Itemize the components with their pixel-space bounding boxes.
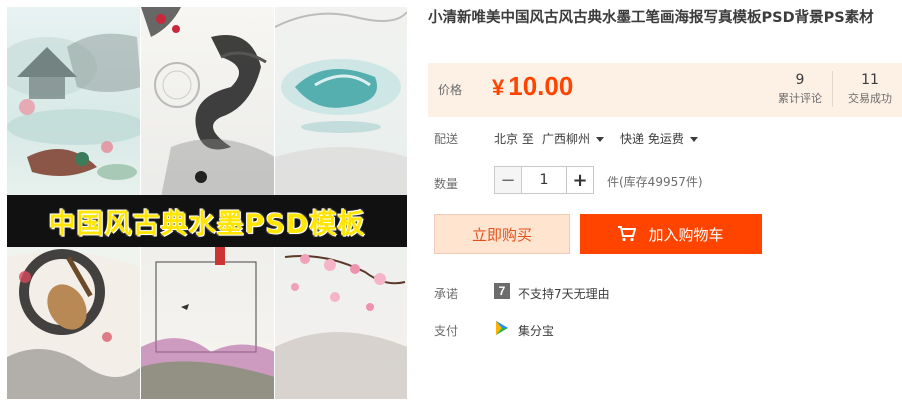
add-to-cart-button[interactable]: 加入购物车	[580, 214, 762, 254]
payment-text: 集分宝	[518, 324, 555, 338]
chevron-down-icon	[689, 137, 698, 142]
price-value: ¥10.00	[492, 71, 573, 102]
quantity-decrease-button[interactable]: −	[494, 166, 522, 194]
shipping-destination: 广西柳州	[542, 132, 591, 146]
image-banner: 中国风古典水墨PSD模板	[7, 195, 407, 247]
price-panel: 价格 ¥10.00 9 累计评论 11 交易成功	[428, 63, 902, 117]
payment-label: 支付	[434, 324, 459, 338]
price-label: 价格	[438, 83, 463, 97]
product-title: 小清新唯美中国风古风古典水墨工笔画海报写真模板PSD背景PS素材	[428, 10, 874, 26]
promise-text[interactable]: 不支持7天无理由	[518, 285, 610, 302]
reviews-stat[interactable]: 9 累计评论	[768, 71, 832, 107]
shipping-destination-select[interactable]: 广西柳州	[542, 130, 605, 147]
promise-label: 承诺	[434, 287, 459, 301]
cart-icon	[618, 226, 637, 242]
quantity-increase-button[interactable]: +	[566, 166, 594, 194]
quantity-label: 数量	[434, 177, 459, 191]
jifenbao-icon	[496, 321, 508, 335]
deals-label: 交易成功	[848, 92, 892, 105]
quantity-stepper: − 1 +	[494, 166, 594, 196]
quantity-input[interactable]: 1	[522, 166, 566, 194]
chevron-down-icon	[596, 137, 605, 142]
buy-now-label: 立即购买	[471, 225, 532, 244]
shipping-label: 配送	[434, 132, 459, 146]
price-amount: 10.00	[508, 71, 574, 101]
currency-symbol: ¥	[492, 75, 505, 100]
add-to-cart-label: 加入购物车	[648, 225, 724, 244]
reviews-label: 累计评论	[778, 92, 822, 105]
deals-stat: 11 交易成功	[838, 71, 902, 107]
shipping-method-select[interactable]: 快递 免运费	[620, 130, 698, 147]
reviews-count: 9	[795, 72, 805, 88]
stock-text: 件(库存49957件)	[607, 175, 703, 189]
stat-divider	[832, 71, 833, 107]
buy-now-button[interactable]: 立即购买	[434, 214, 570, 254]
shipping-method: 快递 免运费	[620, 132, 684, 146]
product-image[interactable]: 中国风古典水墨PSD模板	[7, 7, 407, 399]
no-7day-return-icon: 7	[494, 283, 510, 299]
banner-text: 中国风古典水墨PSD模板	[48, 208, 366, 240]
deals-count: 11	[861, 72, 879, 88]
shipping-from: 北京 至	[494, 132, 534, 146]
